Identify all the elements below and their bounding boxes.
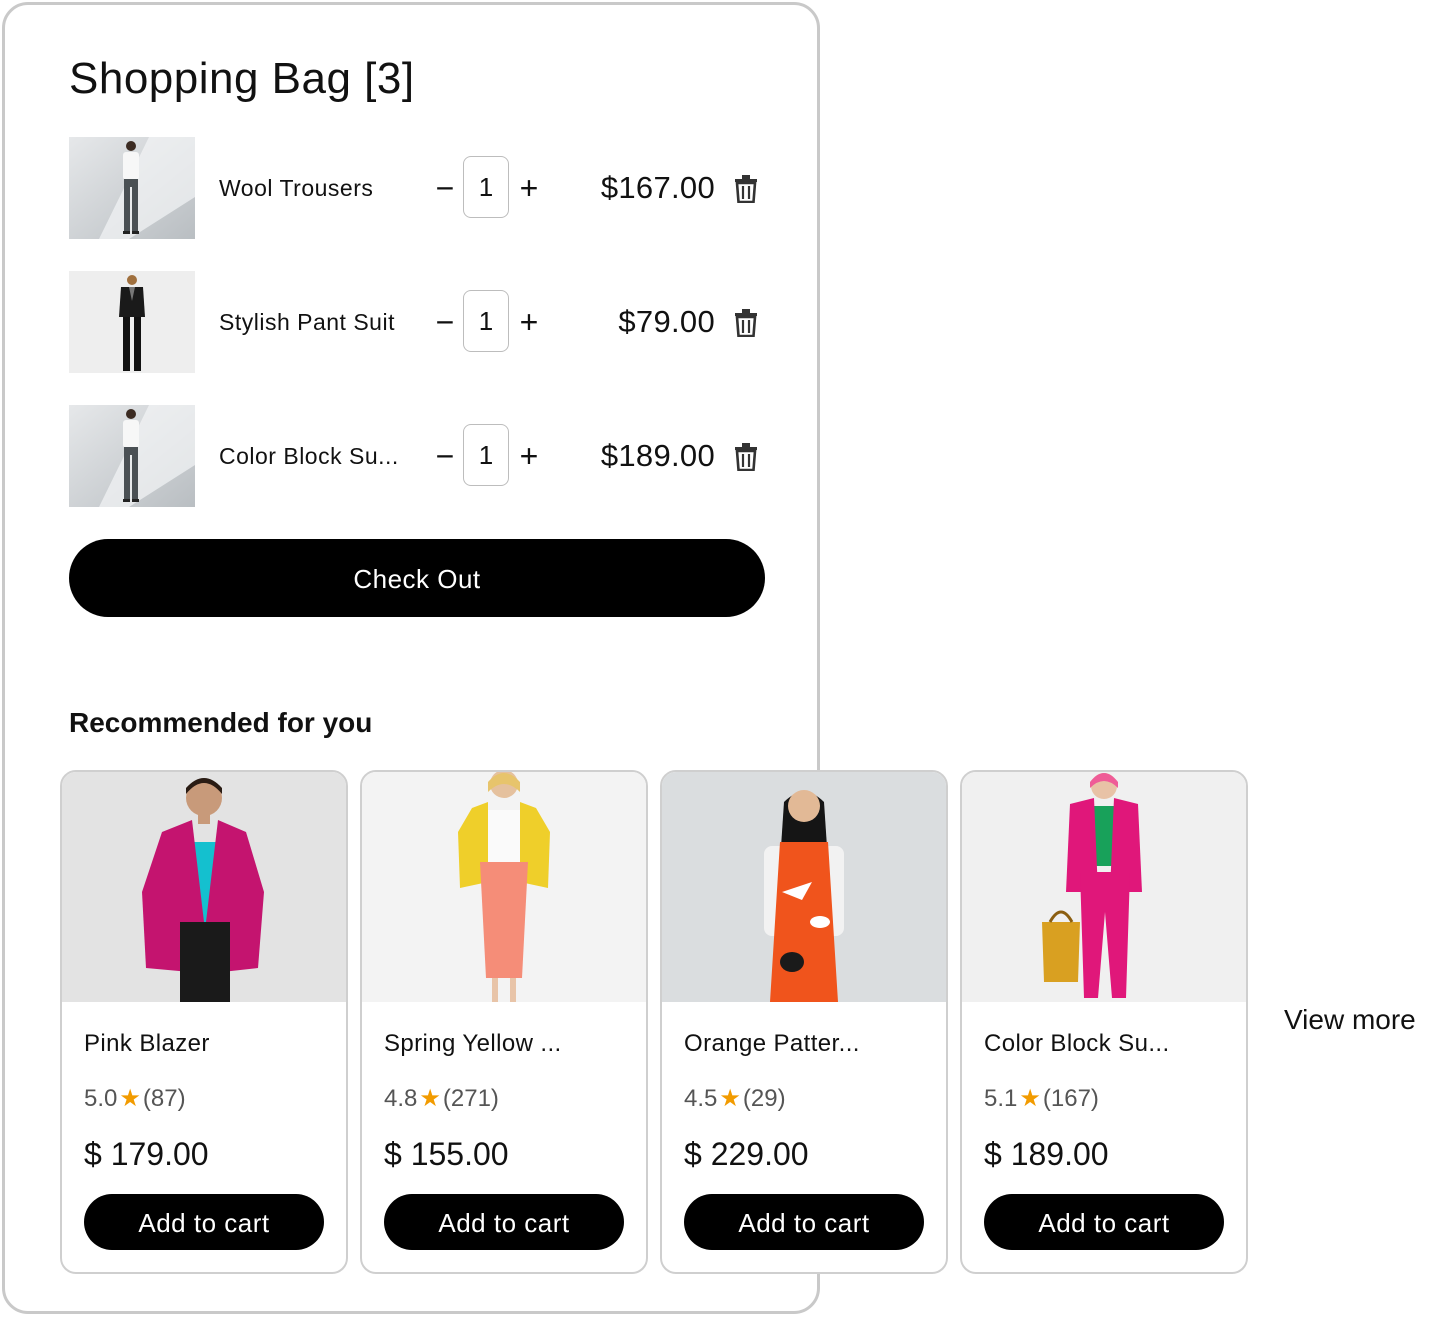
product-price: $ 155.00 [384, 1136, 509, 1172]
increase-quantity-button[interactable]: + [514, 137, 544, 239]
product-rating: 5.1★(167) [984, 1085, 1099, 1112]
cart-item: Stylish Pant Suit − + $79.00 [69, 271, 769, 373]
decrease-quantity-button[interactable]: − [430, 137, 460, 239]
decrease-quantity-button[interactable]: − [430, 405, 460, 507]
increase-quantity-button[interactable]: + [514, 271, 544, 373]
product-rating: 5.0★(87) [84, 1085, 186, 1112]
add-to-cart-button[interactable]: Add to cart [684, 1194, 924, 1250]
recommended-heading: Recommended for you [69, 707, 373, 738]
cart-item: Wool Trousers − + $167.00 [69, 137, 769, 239]
product-card[interactable]: Orange Patter... 4.5★(29) $ 229.00 Add t… [660, 770, 948, 1274]
product-card[interactable]: Pink Blazer 5.0★(87) $ 179.00 Add to car… [60, 770, 348, 1274]
page-title: Shopping Bag [3] [69, 54, 415, 103]
product-price: $ 179.00 [84, 1136, 209, 1172]
cart-item-name: Wool Trousers [219, 175, 374, 201]
product-name: Orange Patter... [684, 1030, 860, 1057]
cart-item-price: $167.00 [600, 170, 715, 205]
product-card[interactable]: Spring Yellow ... 4.8★(271) $ 155.00 Add… [360, 770, 648, 1274]
product-image [962, 772, 1246, 1002]
product-card[interactable]: Color Block Su... 5.1★(167) $ 189.00 Add… [960, 770, 1248, 1274]
star-icon: ★ [419, 1085, 441, 1112]
product-rating: 4.5★(29) [684, 1085, 786, 1112]
trash-icon[interactable] [733, 443, 759, 471]
cart-item: Color Block Su... − + $189.00 [69, 405, 769, 507]
star-icon: ★ [1019, 1085, 1041, 1112]
trash-icon[interactable] [733, 175, 759, 203]
product-thumbnail [69, 271, 195, 373]
product-image [662, 772, 946, 1002]
decrease-quantity-button[interactable]: − [430, 271, 460, 373]
product-rating: 4.8★(271) [384, 1085, 499, 1112]
trash-icon[interactable] [733, 309, 759, 337]
product-price: $ 189.00 [984, 1136, 1109, 1172]
cart-item-name: Color Block Su... [219, 443, 399, 469]
add-to-cart-button[interactable]: Add to cart [84, 1194, 324, 1250]
product-price: $ 229.00 [684, 1136, 809, 1172]
star-icon: ★ [119, 1085, 141, 1112]
quantity-input[interactable] [463, 290, 509, 352]
checkout-button[interactable]: Check Out [69, 539, 765, 617]
quantity-input[interactable] [463, 156, 509, 218]
product-name: Spring Yellow ... [384, 1030, 562, 1057]
quantity-input[interactable] [463, 424, 509, 486]
increase-quantity-button[interactable]: + [514, 405, 544, 507]
product-thumbnail [69, 405, 195, 507]
product-thumbnail [69, 137, 195, 239]
cart-item-name: Stylish Pant Suit [219, 309, 395, 335]
product-image [362, 772, 646, 1002]
add-to-cart-button[interactable]: Add to cart [984, 1194, 1224, 1250]
product-name: Pink Blazer [84, 1030, 210, 1057]
product-name: Color Block Su... [984, 1030, 1170, 1057]
star-icon: ★ [719, 1085, 741, 1112]
add-to-cart-button[interactable]: Add to cart [384, 1194, 624, 1250]
view-more-link[interactable]: View more [1284, 1004, 1416, 1036]
cart-item-price: $79.00 [618, 304, 715, 339]
cart-item-price: $189.00 [600, 438, 715, 473]
product-image [62, 772, 346, 1002]
